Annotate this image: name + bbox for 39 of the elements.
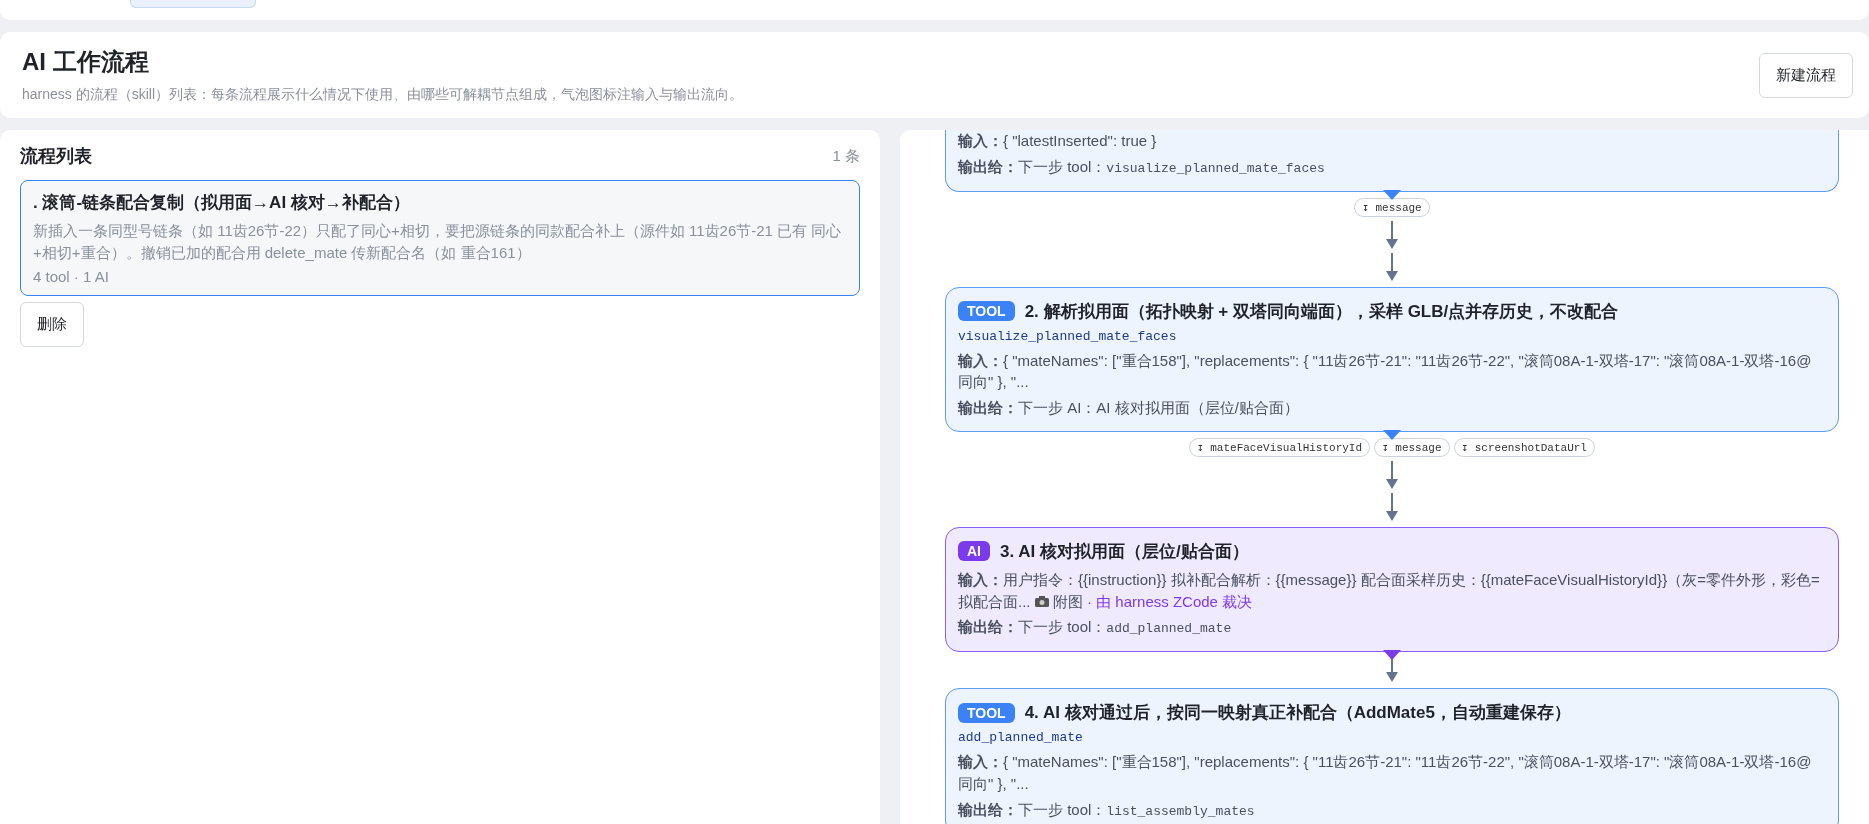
function-name: add_planned_mate — [958, 730, 1084, 746]
flow-count: 1 条 — [832, 146, 860, 166]
flow-list-item[interactable]: . 滚筒-链条配合复制（拟用面→AI 核对→补配合） 新插入一条同型号链条（如 11齿26节-22）只配了同心+相切，要把源链条的同款配合补上（源件如 11齿26节-21 已有 同心+相切+重合）。撤销已加的配合用 delete_mate 传新配合名（如 重合161） 4 tool · 1 AI — [20, 180, 860, 296]
node-type-badge: AI — [958, 541, 990, 562]
data-flow-pill: ↧ mateFaceVisualHistoryId — [1189, 437, 1371, 457]
camera-icon — [1034, 595, 1049, 607]
flow-meta: 4 tool · 1 AI — [33, 267, 110, 285]
output-line: 输出给：下一步 tool：add_planned_mate — [958, 617, 1233, 639]
down-arrow-icon — [1386, 492, 1398, 521]
data-flow-pill: ↧ message — [1374, 437, 1450, 457]
input-line: 输入：用户指令：{{instruction}} 拟补配合解析：{{message}} 配合面采样历史：{{mateFaceVisualHistoryId}}（灰=零件外形，彩色=拟配合面... 附图 · 由 harness ZCode 裁决 — [958, 569, 1821, 612]
connector-arrowhead-icon — [1383, 650, 1401, 661]
flow-title: . 滚筒-链条配合复制（拟用面→AI 核对→补配合） — [33, 192, 411, 214]
output-line: 输出给：下一步 tool：list_assembly_mates — [958, 799, 1256, 821]
panel-title: 流程列表 — [20, 145, 92, 168]
new-flow-button[interactable]: 新建流程 — [1759, 52, 1853, 98]
connector-arrowhead-icon — [1383, 189, 1401, 200]
node-title: 4. AI 核对通过后，按同一映射真正补配合（AddMate5，自动重建保存） — [1024, 702, 1571, 725]
node-type-badge: TOOL — [958, 301, 1015, 322]
down-arrow-icon — [1386, 252, 1398, 281]
down-arrow-icon — [1386, 460, 1398, 489]
page-title: AI 工作流程 — [22, 47, 150, 77]
connector-arrowhead-icon — [1383, 429, 1401, 440]
input-line: 输入：{ "mateNames": ["重合158"], "replacements": { "11齿26节-21": "11齿26节-22", "滚筒08A-1-双塔-17": "滚筒08A-1-双塔-16@同向" }, "... — [958, 350, 1813, 393]
down-arrow-icon — [1386, 220, 1398, 249]
function-name: visualize_planned_mate_faces — [958, 328, 1178, 344]
page-subtitle: harness 的流程（skill）列表：每条流程展示什么情况下使用、由哪些可解耦节点组成，气泡图标注输入与输出流向。 — [22, 86, 744, 104]
input-line: 输入：{ "latestInserted": true } — [958, 131, 1158, 151]
data-flow-pill: ↧ screenshotDataUrl — [1453, 437, 1595, 457]
input-line: 输入：{ "mateNames": ["重合158"], "replacements": { "11齿26节-21": "11齿26节-22", "滚筒08A-1-双塔-17": "滚筒08A-1-双塔-16@同向" }, "... — [958, 752, 1813, 794]
delete-button[interactable]: 删除 — [20, 301, 84, 347]
data-flow-pill: ↧ message — [1354, 197, 1430, 217]
flow-description: 新插入一条同型号链条（如 11齿26节-22）只配了同心+相切，要把源链条的同款配合补上（源件如 11齿26节-21 已有 同心+相切+重合）。撤销已加的配合用 delete_mate 传新配合名（如 重合161） — [33, 221, 843, 263]
tab-button[interactable] — [130, 0, 256, 8]
node-title: 2. 解析拟用面（拓扑映射 + 双塔同向端面），采样 GLB/点并存历史，不改配合 — [1024, 300, 1619, 323]
node-title: 3. AI 核对拟用面（层位/贴合面） — [1000, 540, 1249, 563]
output-line: 输出给：下一步 AI：AI 核对拟用面（层位/贴合面） — [958, 398, 1300, 419]
node-type-badge: TOOL — [958, 702, 1015, 723]
output-line: 输出给：下一步 tool：visualize_planned_mate_faces — [958, 156, 1326, 178]
